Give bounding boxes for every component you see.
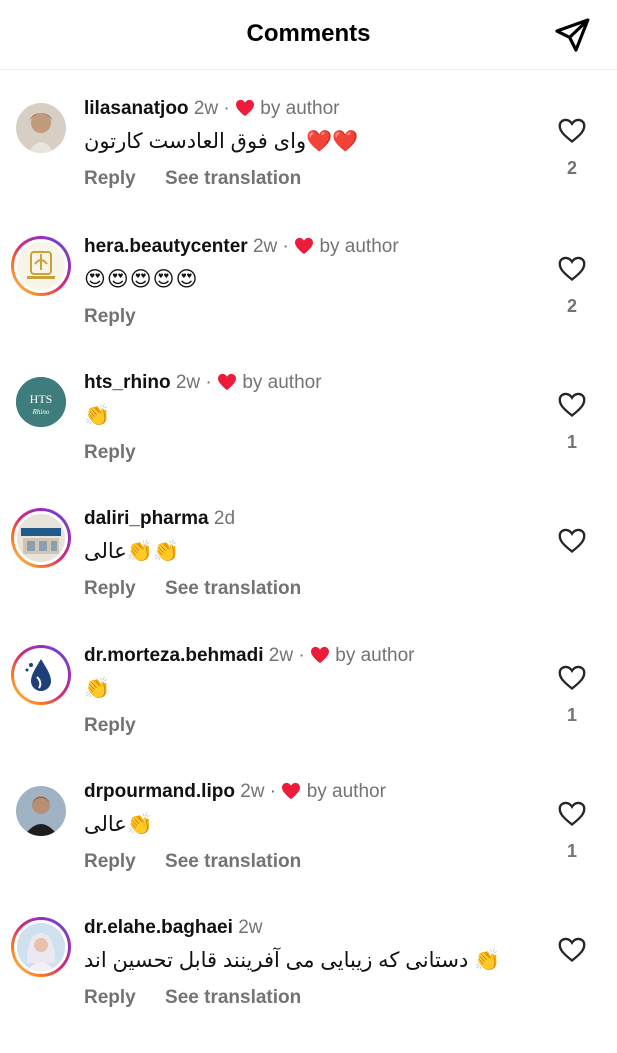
logo-text: HTS [30, 392, 53, 406]
see-translation-button[interactable]: See translation [165, 578, 301, 599]
timestamp: 2d [213, 508, 236, 529]
profile-photo [16, 103, 66, 153]
username[interactable]: dr.elahe.baghaei [84, 917, 233, 938]
comment-item: HTS Rhino hts_rhino 2w · by author 👏 Rep… [0, 372, 617, 508]
comment-meta: hts_rhino 2w · by author [84, 372, 322, 394]
comment-actions: Reply See translation [84, 987, 325, 1009]
comment-text: 👏 [84, 404, 111, 427]
username[interactable]: dr.morteza.behmadi [84, 645, 264, 666]
heart-icon [295, 237, 314, 255]
comment-text: وای فوق العادست کارتون❤️❤️ [84, 130, 359, 153]
heart-outline-icon[interactable] [558, 665, 586, 691]
comment-actions: Reply See translation [84, 578, 325, 600]
see-translation-button[interactable]: See translation [165, 168, 301, 189]
see-translation-button[interactable]: See translation [165, 987, 301, 1008]
avatar[interactable] [11, 236, 71, 296]
reply-button[interactable]: Reply [84, 715, 136, 736]
comment-actions: Reply [84, 442, 160, 464]
timestamp: 2w · [268, 645, 305, 666]
send-icon[interactable] [553, 16, 591, 54]
comment-actions: Reply [84, 306, 160, 328]
username[interactable]: drpourmand.lipo [84, 781, 235, 802]
comment-meta: hera.beautycenter 2w · by author [84, 236, 399, 258]
comment-actions: Reply See translation [84, 168, 325, 190]
avatar[interactable] [11, 508, 71, 568]
timestamp: 2w [238, 917, 263, 938]
see-translation-button[interactable]: See translation [165, 851, 301, 872]
like-count: 1 [566, 841, 577, 861]
pharmacy-storefront-photo [17, 514, 65, 562]
comment-text: عالی👏 [84, 813, 153, 836]
by-author-label: by author [242, 372, 322, 393]
page-title: Comments [246, 20, 371, 47]
like-count: 2 [566, 296, 577, 316]
heart-icon [236, 99, 254, 117]
by-author-label: by author [335, 645, 415, 666]
reply-button[interactable]: Reply [84, 578, 136, 599]
comment-meta: dr.elahe.baghaei 2w [84, 917, 262, 939]
comment-meta: drpourmand.lipo 2w · by author [84, 781, 386, 803]
heart-outline-icon[interactable] [558, 801, 586, 827]
heart-outline-icon[interactable] [558, 528, 586, 554]
comment-meta: daliri_pharma 2d [84, 508, 235, 530]
brand-logo [25, 659, 51, 691]
timestamp: 2w · [240, 781, 277, 802]
reply-button[interactable]: Reply [84, 168, 136, 189]
username[interactable]: hts_rhino [84, 372, 171, 393]
by-author-label: by author [306, 781, 386, 802]
comment-item: dr.morteza.behmadi 2w · by author 👏 Repl… [0, 645, 617, 781]
by-author-label: by author [260, 98, 340, 119]
avatar[interactable] [11, 781, 71, 841]
comment-item: hera.beautycenter 2w · by author 😍😍😍😍😍 R… [0, 236, 617, 372]
like-count: 1 [566, 705, 577, 725]
heart-outline-icon[interactable] [558, 118, 586, 144]
comment-item: daliri_pharma 2d عالی👏👏 Reply See transl… [0, 508, 617, 644]
username[interactable]: daliri_pharma [84, 508, 209, 529]
username[interactable]: lilasanatjoo [84, 98, 189, 119]
brand-logo [27, 251, 55, 279]
heart-icon [218, 373, 237, 391]
comment-text: عالی👏👏 [84, 540, 180, 563]
header-bar: Comments [0, 0, 617, 70]
reply-button[interactable]: Reply [84, 851, 136, 872]
avatar[interactable] [11, 98, 71, 158]
comment-text: 😍😍😍😍😍 [84, 268, 199, 291]
avatar[interactable] [11, 917, 71, 977]
like-count: 2 [566, 158, 577, 178]
comment-item: drpourmand.lipo 2w · by author عالی👏 Rep… [0, 781, 617, 917]
like-count: 1 [566, 432, 577, 452]
username[interactable]: hera.beautycenter [84, 236, 248, 257]
by-author-label: by author [319, 236, 399, 257]
heart-icon [282, 782, 301, 800]
avatar[interactable]: HTS Rhino [11, 372, 71, 432]
comment-text: 👏 [84, 677, 111, 700]
reply-button[interactable]: Reply [84, 987, 136, 1008]
reply-button[interactable]: Reply [84, 306, 136, 327]
heart-outline-icon[interactable] [558, 256, 586, 282]
heart-icon [310, 646, 329, 664]
timestamp: 2w · [252, 236, 289, 257]
comment-actions: Reply [84, 715, 160, 737]
comment-actions: Reply See translation [84, 851, 325, 873]
timestamp: 2w · [175, 372, 212, 393]
timestamp: 2w · [193, 98, 230, 119]
heart-outline-icon[interactable] [558, 937, 586, 963]
logo-subtext: Rhino [32, 408, 50, 416]
comment-meta: dr.morteza.behmadi 2w · by author [84, 645, 414, 667]
brand-logo: HTS Rhino [16, 377, 66, 427]
profile-photo [17, 923, 65, 971]
comment-item: dr.elahe.baghaei 2w دستانی که زیبایی می … [0, 917, 617, 1053]
comment-item: lilasanatjoo 2w · by author وای فوق العا… [0, 98, 617, 234]
avatar[interactable] [11, 645, 71, 705]
reply-button[interactable]: Reply [84, 442, 136, 463]
comment-text: دستانی که زیبایی می آفرینند قابل تحسین ا… [84, 949, 501, 972]
heart-outline-icon[interactable] [558, 392, 586, 418]
comment-meta: lilasanatjoo 2w · by author [84, 98, 340, 120]
profile-photo [16, 786, 66, 836]
